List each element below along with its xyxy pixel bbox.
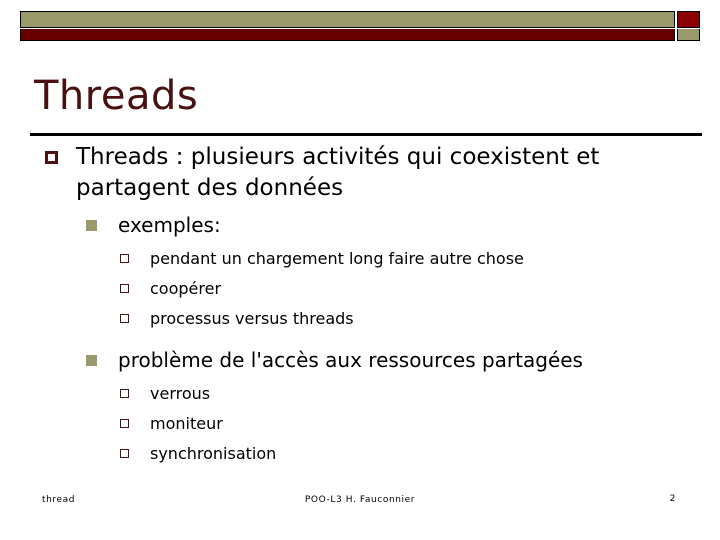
hollow-square-bullet-icon	[120, 254, 129, 263]
list-item-label: moniteur	[150, 414, 223, 433]
list-item: moniteur	[0, 409, 720, 438]
khaki-square-icon	[677, 29, 700, 41]
hollow-square-bullet-icon	[120, 284, 129, 293]
slide-footer: thread POO-L3 H. Fauconnier 2	[0, 492, 720, 512]
list-item-label: synchronisation	[150, 444, 277, 463]
maroon-bar-icon	[20, 29, 675, 41]
footer-center-label: POO-L3 H. Fauconnier	[304, 495, 416, 505]
bullet-level2-probleme: problème de l'accès aux ressources parta…	[0, 345, 720, 375]
bullet-level2-label: problème de l'accès aux ressources parta…	[118, 348, 583, 372]
hollow-square-bullet-icon	[120, 449, 129, 458]
list-item-label: processus versus threads	[150, 309, 354, 328]
hollow-square-bullet-icon	[120, 389, 129, 398]
hollow-square-bullet-icon	[120, 314, 129, 323]
list-item: verrous	[0, 379, 720, 408]
hollow-square-bullet-icon	[120, 419, 129, 428]
bullet-level2-label: exemples:	[118, 213, 221, 237]
list-item-label: coopérer	[150, 279, 222, 298]
khaki-bar-icon	[20, 11, 675, 28]
bullet-level1-label: Threads : plusieurs activités qui coexis…	[76, 144, 600, 201]
slide-body: Threads : plusieurs activités qui coexis…	[0, 142, 720, 469]
filled-square-bullet-icon	[86, 355, 97, 366]
slide-header-decoration	[20, 11, 700, 41]
page-number: 2	[669, 494, 676, 504]
list-item: synchronisation	[0, 439, 720, 468]
list-item: coopérer	[0, 274, 720, 303]
list-item-label: verrous	[150, 384, 211, 403]
list-item-label: pendant un chargement long faire autre c…	[150, 249, 524, 268]
bullet-level1: Threads : plusieurs activités qui coexis…	[0, 142, 696, 204]
bullet-level2-exemples: exemples:	[0, 210, 720, 240]
filled-square-bullet-icon	[86, 220, 97, 231]
list-item: processus versus threads	[0, 304, 720, 333]
title-divider	[30, 133, 702, 136]
list-item: pendant un chargement long faire autre c…	[0, 244, 720, 273]
page-title: Threads	[34, 73, 199, 119]
hollow-square-bullet-icon	[45, 151, 58, 164]
maroon-square-icon	[677, 11, 700, 28]
